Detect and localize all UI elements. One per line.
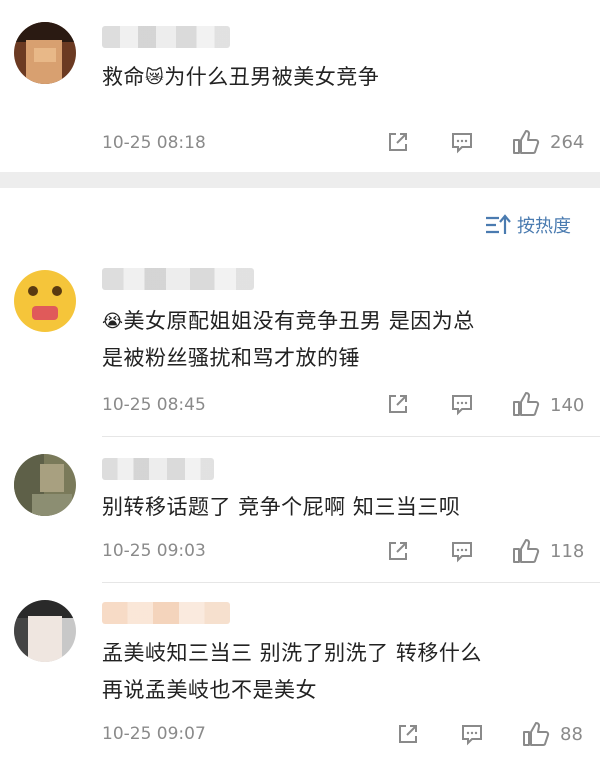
comment-text: 孟美岐知三当三 别洗了别洗了 转移什么 [102,641,482,665]
like-icon[interactable] [512,391,540,417]
avatar[interactable] [14,454,76,516]
comment-text-line-2: 再说孟美岐也不是美女 [102,678,317,702]
comment-divider [102,582,600,583]
share-icon[interactable] [386,392,410,416]
comment-icon[interactable] [450,539,474,563]
crying-cat-emoji-icon: 😿 [145,67,165,88]
like-icon[interactable] [512,538,540,564]
avatar[interactable] [14,270,76,332]
comment-line-1: 美女原配姐姐没有竞争丑男 是因为总 [123,309,475,333]
comment-icon[interactable] [450,392,474,416]
share-icon[interactable] [386,130,410,154]
comment-text: 😭美女原配姐姐没有竞争丑男 是因为总 [102,304,475,339]
avatar[interactable] [14,22,76,84]
post-text-after: 为什么丑男被美女竞争 [164,65,380,89]
comment-icon[interactable] [460,722,484,746]
sort-icon [486,214,511,234]
like-icon[interactable] [512,129,540,155]
section-divider [0,172,600,188]
comment-timestamp: 10-25 09:03 [102,541,206,561]
avatar[interactable] [14,600,76,662]
like-count: 118 [550,541,585,562]
sort-label: 按热度 [517,216,571,237]
username-blurred[interactable] [102,268,254,290]
share-icon[interactable] [386,539,410,563]
username-blurred[interactable] [102,458,214,480]
comment-text: 别转移话题了 竞争个屁啊 知三当三呗 [102,495,461,519]
like-count: 140 [550,395,585,416]
like-count: 88 [560,724,583,745]
post-text: 救命😿为什么丑男被美女竞争 [102,60,379,95]
loudly-crying-face-emoji-icon: 😭 [102,311,124,332]
post-text-before: 救命 [102,65,145,89]
like-count: 264 [550,132,585,153]
comment-timestamp: 10-25 08:45 [102,395,206,415]
original-post: 救命😿为什么丑男被美女竞争 10-25 08:18 264 [0,0,600,172]
post-timestamp: 10-25 08:18 [102,133,206,153]
like-icon[interactable] [522,721,550,747]
sort-toggle[interactable]: 按热度 [483,210,571,240]
comment-icon[interactable] [450,130,474,154]
username-blurred[interactable] [102,26,230,48]
share-icon[interactable] [396,722,420,746]
comment-timestamp: 10-25 09:07 [102,724,206,744]
comment-text-line-2: 是被粉丝骚扰和骂才放的锤 [102,346,360,370]
username-blurred[interactable] [102,602,230,624]
comment-divider [102,436,600,437]
